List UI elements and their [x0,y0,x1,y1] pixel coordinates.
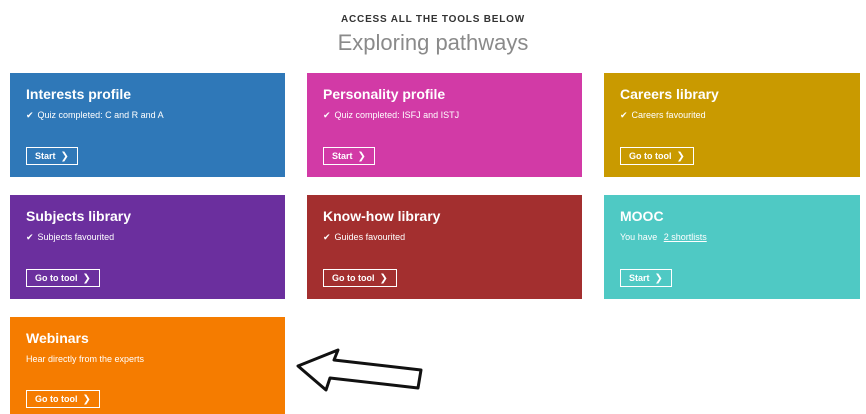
go-to-tool-button[interactable]: Go to tool ❯ [26,390,100,408]
card-webinars: Webinars Hear directly from the experts … [10,317,285,414]
card-status: Hear directly from the experts [26,353,269,365]
shortlists-link[interactable]: 2 shortlists [664,231,707,243]
button-label: Start [35,151,56,161]
card-status: ✔ Careers favourited [620,109,844,121]
page-title: Exploring pathways [337,30,529,55]
card-title: Webinars [26,330,89,346]
eyebrow-label: ACCESS ALL THE TOOLS BELOW [341,14,525,25]
button-label: Start [629,273,650,283]
start-button[interactable]: Start ❯ [26,147,78,165]
chevron-right-icon: ❯ [82,272,91,284]
button-label: Go to tool [35,394,78,404]
card-title: Know-how library [323,208,441,224]
checkmark-icon: ✔ [26,110,34,120]
button-label: Start [332,151,353,161]
card-personality-profile: Personality profile ✔ Quiz completed: IS… [307,73,582,177]
card-status: ✔ Quiz completed: ISFJ and ISTJ [323,109,566,121]
card-title: Careers library [620,86,719,102]
status-text: Quiz completed: C and R and A [37,110,164,120]
status-text: Hear directly from the experts [26,354,145,364]
checkmark-icon: ✔ [620,110,628,120]
chevron-right-icon: ❯ [654,272,663,284]
button-label: Go to tool [332,273,375,283]
card-know-how-library: Know-how library ✔ Guides favourited Go … [307,195,582,299]
start-button[interactable]: Start ❯ [323,147,375,165]
chevron-right-icon: ❯ [379,272,388,284]
status-text: Quiz completed: ISFJ and ISTJ [334,110,460,120]
card-status: ✔ Quiz completed: C and R and A [26,109,269,121]
go-to-tool-button[interactable]: Go to tool ❯ [620,147,694,165]
chevron-right-icon: ❯ [82,393,91,405]
chevron-right-icon: ❯ [676,150,685,162]
card-subjects-library: Subjects library ✔ Subjects favourited G… [10,195,285,299]
status-text: Subjects favourited [37,232,115,242]
card-title: Subjects library [26,208,132,224]
arrow-outline-icon [296,348,423,392]
button-label: Go to tool [629,151,672,161]
card-title: Interests profile [26,86,132,102]
card-title: MOOC [620,208,664,224]
card-careers-library: Careers library ✔ Careers favourited Go … [604,73,860,177]
card-status: ✔ Guides favourited [323,231,566,243]
button-label: Go to tool [35,273,78,283]
status-text: You have [620,232,660,242]
checkmark-icon: ✔ [26,232,34,242]
start-button[interactable]: Start ❯ [620,269,672,287]
status-text: Guides favourited [334,232,406,242]
chevron-right-icon: ❯ [357,150,366,162]
card-status: ✔ Subjects favourited [26,231,269,243]
card-title: Personality profile [323,86,446,102]
go-to-tool-button[interactable]: Go to tool ❯ [26,269,100,287]
card-status: You have 2 shortlists [620,231,844,243]
card-mooc: MOOC You have 2 shortlists Start ❯ [604,195,860,299]
checkmark-icon: ✔ [323,232,331,242]
checkmark-icon: ✔ [323,110,331,120]
card-interests-profile: Interests profile ✔ Quiz completed: C an… [10,73,285,177]
chevron-right-icon: ❯ [60,150,69,162]
status-text: Careers favourited [631,110,706,120]
go-to-tool-button[interactable]: Go to tool ❯ [323,269,397,287]
